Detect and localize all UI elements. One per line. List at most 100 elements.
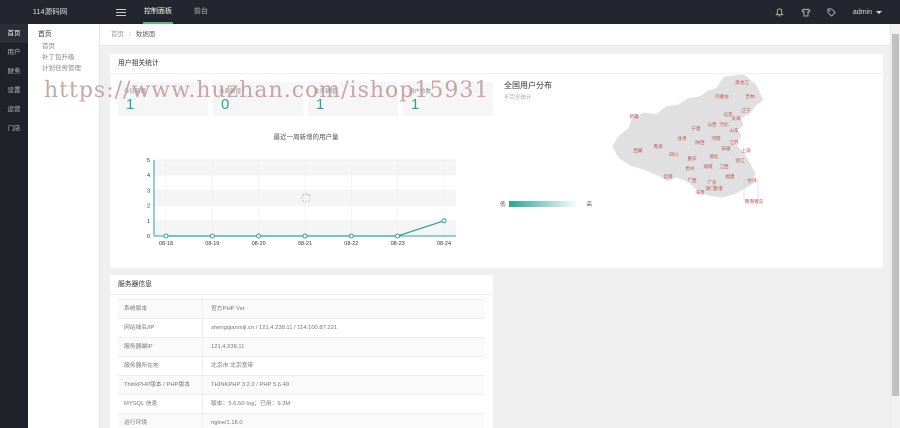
breadcrumb-home[interactable]: 首页	[111, 31, 124, 38]
table-row: MYSQL 信息 版本：5.6.50-log；已用：9.3M	[118, 394, 485, 413]
table-row: 网站域名/IP shengqianmiji.cn / 121.4.238.11 /…	[118, 318, 485, 337]
province-label: 江苏	[729, 139, 739, 146]
spinner-dot	[301, 197, 303, 199]
province-label: 南海诸岛	[745, 198, 764, 205]
legend-gradient[interactable]	[508, 201, 579, 207]
row-key: 服务器所在地	[118, 357, 203, 375]
x-tick-label: 08-18	[159, 241, 173, 247]
table-row: 服务器所在地 北京市 北京宽带	[118, 356, 485, 375]
province-label: 海南	[695, 189, 705, 196]
stat-card-month: 本月新增 1	[308, 82, 398, 116]
province-label: 云南	[663, 173, 673, 180]
top-bar: 114源码网 控制面板 前台 admin	[0, 0, 900, 24]
province-label: 江西	[719, 163, 729, 170]
province-label: 广西	[687, 177, 697, 184]
row-key: 运行环境	[118, 414, 203, 428]
province-label: 安徽	[721, 145, 731, 152]
province-label: 山西	[707, 121, 717, 128]
row-value: nginx/1.18.0	[211, 420, 243, 426]
main-menu-home[interactable]: 首页	[0, 24, 28, 43]
breadcrumb-separator: /	[129, 31, 131, 38]
legend-low-label: 低	[500, 202, 506, 208]
sub-menu-item-home[interactable]: 首页	[28, 41, 99, 52]
legend-high-label: 高	[586, 202, 593, 208]
data-point	[395, 233, 401, 239]
table-row: 系统版本 官方PHP Ver	[118, 299, 485, 318]
data-point	[348, 233, 354, 239]
province-label: 台湾	[747, 177, 757, 184]
table-row: 运行环境 nginx/1.18.0	[118, 413, 485, 428]
y-tick-label: 3	[147, 188, 150, 194]
province-label: 辽宁	[741, 107, 751, 114]
main-menu-operations[interactable]: 运营	[0, 100, 28, 119]
shirt-icon[interactable]	[799, 5, 813, 19]
main-menu-stores[interactable]: 门店	[0, 119, 28, 138]
spinner-dot	[308, 200, 310, 202]
x-tick-label: 08-19	[205, 241, 219, 247]
province-label: 甘肃	[677, 135, 687, 142]
china-map[interactable]: 黑龙江吉林辽宁内蒙古北京天津河北山西山东宁夏甘肃陕西河南江苏安徽 上海湖北四川重庆…	[604, 70, 774, 210]
row-value: 北京市 北京宽带	[211, 363, 254, 369]
spinner-dot	[309, 197, 311, 199]
top-nav-dashboard[interactable]: 控制面板	[143, 0, 173, 24]
province-label: 山东	[729, 127, 739, 134]
sub-menu-item-patch-upgrade[interactable]: 补丁包升级	[28, 52, 99, 63]
sub-menu-group[interactable]: 首页	[28, 28, 99, 41]
tag-icon[interactable]	[825, 5, 839, 19]
stat-cards: 今日新增 1 本周新增 0 本月新增 1 用户总数 1	[118, 82, 498, 116]
data-point	[302, 233, 308, 239]
x-tick-label: 08-21	[298, 241, 312, 247]
app-logo[interactable]: 114源码网	[0, 0, 100, 24]
x-tick-label: 08-23	[391, 241, 405, 247]
province-label: 河北	[719, 121, 729, 128]
province-label: 香港	[713, 185, 723, 192]
province-label: 内蒙古	[715, 93, 729, 100]
province-label: 湖北	[709, 153, 719, 160]
row-value: 版本：5.6.50-log；已用：9.3M	[211, 401, 291, 407]
spinner-dot	[302, 200, 304, 202]
spinner-dot	[305, 201, 307, 203]
breadcrumb: 首页 / 数据面	[100, 24, 890, 46]
stat-label: 本周新增	[219, 89, 242, 95]
data-point	[209, 233, 215, 239]
server-info-panel: 服务器信息 系统版本 官方PHP Ver 网站域名/IP shengqianmiji…	[110, 275, 493, 428]
spinner-dot	[305, 193, 307, 195]
y-tick-label: 4	[147, 173, 150, 179]
province-label: 河南	[711, 135, 721, 141]
row-key: MYSQL 信息	[118, 395, 203, 413]
stat-card-week: 本周新增 0	[213, 82, 303, 116]
row-value: THINKPHP 3.2.2 / PHP 5.6.40	[211, 382, 290, 388]
sub-menu-item-scheduled-tasks[interactable]: 计划任务管理	[28, 63, 99, 74]
main-menu-users[interactable]: 用户	[0, 43, 28, 62]
province-label: 西藏	[633, 147, 643, 154]
chart-title: 最近一周新增的用户量	[274, 132, 340, 141]
data-point	[163, 233, 169, 239]
caret-down-icon[interactable]	[876, 10, 882, 14]
row-value: 官方PHP Ver	[211, 306, 245, 312]
map-title: 全国用户分布	[504, 81, 552, 90]
province-label: 浙江	[735, 157, 745, 164]
table-row: 服务器端IP 121.4.238.11	[118, 337, 485, 356]
top-nav-frontend[interactable]: 前台	[193, 0, 209, 24]
stat-value: 1	[411, 96, 420, 113]
province-label: 新疆	[629, 113, 639, 120]
stat-card-today: 今日新增 1	[118, 82, 208, 116]
scrollbar-thumb[interactable]	[892, 34, 899, 396]
province-label: 黑龙江	[735, 79, 749, 86]
province-label: 福建	[725, 173, 735, 180]
stat-value: 1	[316, 96, 325, 113]
bell-icon[interactable]	[773, 5, 787, 19]
y-tick-label: 2	[147, 204, 150, 210]
main-menu-settings[interactable]: 设置	[0, 81, 28, 100]
y-tick-label: 1	[147, 219, 150, 225]
menu-toggle-icon[interactable]	[116, 7, 126, 17]
x-tick-label: 08-20	[252, 241, 266, 247]
province-label: 陕西	[695, 139, 705, 146]
province-label: 吉林	[745, 93, 755, 100]
stat-label: 今日新增	[124, 89, 147, 95]
y-tick-label: 5	[147, 158, 150, 164]
main-menu-finance[interactable]: 财务	[0, 62, 28, 81]
stat-value: 0	[221, 96, 230, 113]
user-menu[interactable]: admin	[853, 9, 872, 16]
page-scrollbar[interactable]	[890, 24, 900, 428]
